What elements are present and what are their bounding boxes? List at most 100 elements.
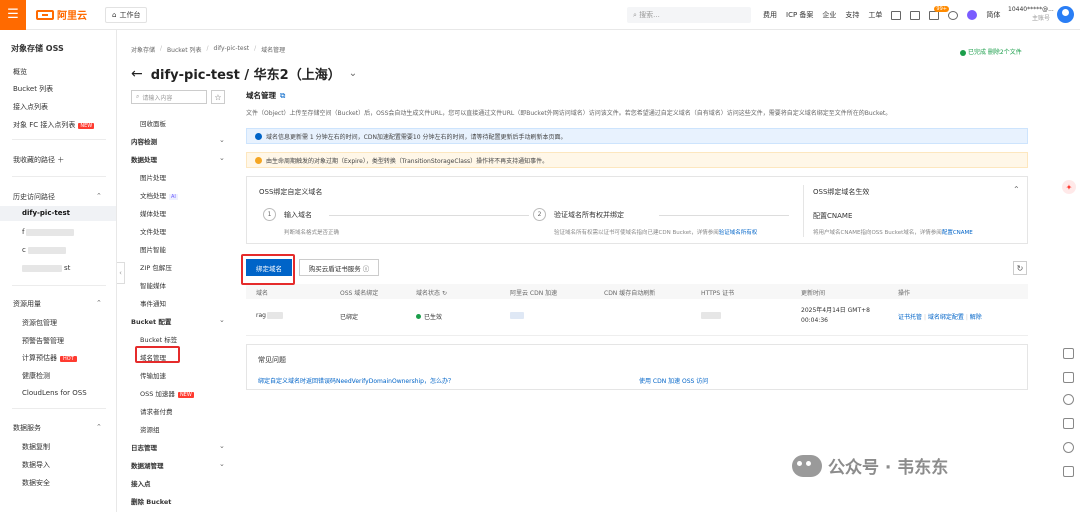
edit-icon[interactable]	[1063, 418, 1074, 429]
chevron-down-icon[interactable]: ⌄	[219, 442, 225, 450]
subnav-item-7[interactable]: 图片智能	[140, 244, 166, 254]
workbench-button[interactable]: ⌂ 工作台	[105, 6, 148, 23]
subnav-group-1[interactable]: 内容检测	[131, 136, 157, 146]
assistant-dock-icon[interactable]: ✦	[1062, 180, 1076, 194]
avatar[interactable]	[1057, 6, 1074, 23]
subnav-item-0[interactable]: 回收面板	[140, 118, 166, 128]
feedback-icon[interactable]	[1063, 466, 1074, 477]
subnav-group-18[interactable]: 日志管理	[131, 442, 157, 452]
refresh-icon[interactable]: ↻	[442, 290, 447, 297]
help-icon: ⓘ	[362, 264, 370, 273]
sidebar-data-service[interactable]: 数据服务	[13, 423, 41, 433]
sidebar-favorites[interactable]: 我收藏的路径 ＋	[13, 155, 64, 165]
help-icon[interactable]	[948, 10, 959, 20]
sidebar-item-overview[interactable]: 概览	[13, 67, 27, 77]
subnav-item-10[interactable]: 事件通知	[140, 298, 166, 308]
faq-link-cdn[interactable]: 使用 CDN 加速 OSS 访问	[639, 376, 708, 385]
subnav-group-21[interactable]: 删除 Bucket	[131, 496, 171, 506]
doc-icon[interactable]	[1063, 372, 1074, 383]
plus-icon[interactable]: ＋	[57, 156, 64, 164]
chevron-up-icon[interactable]: ⌃	[96, 192, 102, 200]
chevron-up-icon[interactable]: ⌃	[96, 299, 102, 307]
nav-support[interactable]: 支持	[845, 10, 859, 20]
buy-cert-button[interactable]: 购买云盾证书服务 ⓘ	[299, 259, 379, 276]
faq-link-verify[interactable]: 绑定自定义域名时返回错误码NeedVerifyDomainOwnership，怎…	[258, 376, 454, 385]
verify-ownership-link[interactable]: 验证域名所有权	[719, 230, 758, 236]
subnav-item-12[interactable]: Bucket 标签	[140, 334, 177, 344]
history-item-c[interactable]: c	[22, 246, 66, 254]
cname-card-title: OSS绑定域名生效	[813, 188, 870, 196]
sidebar-item-cloudlens[interactable]: CloudLens for OSS	[22, 389, 87, 397]
sidebar-item-fc-access-points[interactable]: 对象 FC 接入点列表 NEW	[13, 120, 95, 130]
sidebar-item-alerts[interactable]: 预警告警管理	[22, 336, 64, 346]
col-cdn: 阿里云 CDN 加速	[510, 290, 558, 297]
subnav-item-5[interactable]: 媒体处理	[140, 208, 166, 218]
collapse-sidebar-button[interactable]: ‹	[117, 262, 125, 284]
nav-enterprise[interactable]: 企业	[822, 10, 836, 20]
sidebar-item-data-security[interactable]: 数据安全	[22, 478, 50, 488]
sidebar-item-replication[interactable]: 数据复制	[22, 442, 50, 452]
history-item-f[interactable]: f	[22, 228, 75, 236]
sidebar-resource-usage[interactable]: 资源用量	[13, 299, 41, 309]
subnav-label: 事件通知	[140, 300, 166, 308]
nav-fee[interactable]: 费用	[763, 10, 777, 20]
subnav-item-6[interactable]: 文件处理	[140, 226, 166, 236]
ai-assistant-icon[interactable]	[967, 10, 978, 20]
task-status[interactable]: 已完成 删除2个文件	[960, 47, 1022, 56]
history-item-st[interactable]: st	[22, 264, 70, 272]
chevron-up-icon[interactable]: ⌃	[1013, 185, 1020, 194]
unbind-link[interactable]: 解除	[970, 314, 982, 321]
sidebar-item-data-import[interactable]: 数据导入	[22, 460, 50, 470]
subnav-group-20[interactable]: 接入点	[131, 478, 151, 488]
star-icon[interactable]: ☆	[211, 90, 225, 104]
crumb-oss[interactable]: 对象存储	[131, 45, 155, 54]
settings-icon[interactable]	[1063, 394, 1074, 405]
menu-icon[interactable]: ☰	[0, 0, 26, 30]
chevron-down-icon[interactable]: ⌄	[219, 316, 225, 324]
cart-icon[interactable]	[910, 10, 921, 20]
refresh-icon[interactable]: ↻	[1013, 261, 1027, 275]
sidebar-item-estimator[interactable]: 计算预估器 HOT	[22, 353, 77, 363]
subnav-search-input[interactable]: ⌕ 请输入内容	[131, 90, 207, 104]
chevron-down-icon[interactable]: ⌄	[219, 154, 225, 162]
lang-switch[interactable]: 简体	[986, 10, 1000, 20]
crumb-bucket[interactable]: dify-pic-test	[214, 45, 250, 54]
domain-config-link[interactable]: 域名绑定配置	[928, 314, 964, 321]
col-status: 域名状态 ↻	[416, 290, 447, 297]
subnav-item-8[interactable]: ZIP 包解压	[140, 262, 172, 272]
subnav-item-14[interactable]: 传输加速	[140, 370, 166, 380]
back-arrow-icon[interactable]: ←	[131, 66, 143, 82]
history-item-dify-pic-test[interactable]: dify-pic-test	[0, 206, 116, 221]
sidebar-history[interactable]: 历史访问路径	[13, 192, 55, 202]
subnav-item-17[interactable]: 资源组	[140, 424, 160, 434]
fullscreen-icon[interactable]	[1063, 348, 1074, 359]
sidebar-item-resource-pack[interactable]: 资源包管理	[22, 318, 57, 328]
subnav-item-15[interactable]: OSS 加速器 NEW	[140, 388, 194, 398]
chevron-down-icon[interactable]: ⌄	[219, 460, 225, 468]
subnav-item-3[interactable]: 图片处理	[140, 172, 166, 182]
sidebar-item-bucket-list[interactable]: Bucket 列表	[13, 84, 53, 94]
chevron-down-icon[interactable]: ⌄	[219, 136, 225, 144]
headset-icon[interactable]	[1063, 442, 1074, 453]
subnav-item-9[interactable]: 智能媒体	[140, 280, 166, 290]
external-link-icon[interactable]: ⧉	[280, 91, 285, 100]
sidebar-item-access-points[interactable]: 接入点列表	[13, 102, 48, 112]
global-search-input[interactable]: ⌕ 搜索...	[627, 7, 751, 23]
nav-ticket[interactable]: 工单	[868, 10, 882, 20]
bell-icon[interactable]: 99+	[929, 5, 949, 20]
subnav-item-16[interactable]: 请求者付费	[140, 406, 173, 416]
terminal-icon[interactable]	[891, 10, 902, 20]
crumb-bucket-list[interactable]: Bucket 列表	[167, 45, 201, 54]
cert-hosting-link[interactable]: 证书托管	[898, 314, 922, 321]
account-info[interactable]: 10440*****@... 主账号	[1008, 5, 1054, 23]
aliyun-logo[interactable]: 阿里云	[36, 7, 87, 22]
subnav-item-4[interactable]: 文档处理 AI	[140, 190, 178, 200]
nav-icp[interactable]: ICP 备案	[786, 10, 813, 20]
subnav-group-11[interactable]: Bucket 配置	[131, 316, 171, 326]
chevron-up-icon[interactable]: ⌃	[96, 423, 102, 431]
chevron-down-icon[interactable]: ⌄	[349, 68, 357, 79]
subnav-group-2[interactable]: 数据处理	[131, 154, 157, 164]
cname-link[interactable]: 配置CNAME	[942, 230, 973, 236]
subnav-group-19[interactable]: 数据湖管理	[131, 460, 164, 470]
sidebar-item-health-check[interactable]: 健康检测	[22, 371, 50, 381]
